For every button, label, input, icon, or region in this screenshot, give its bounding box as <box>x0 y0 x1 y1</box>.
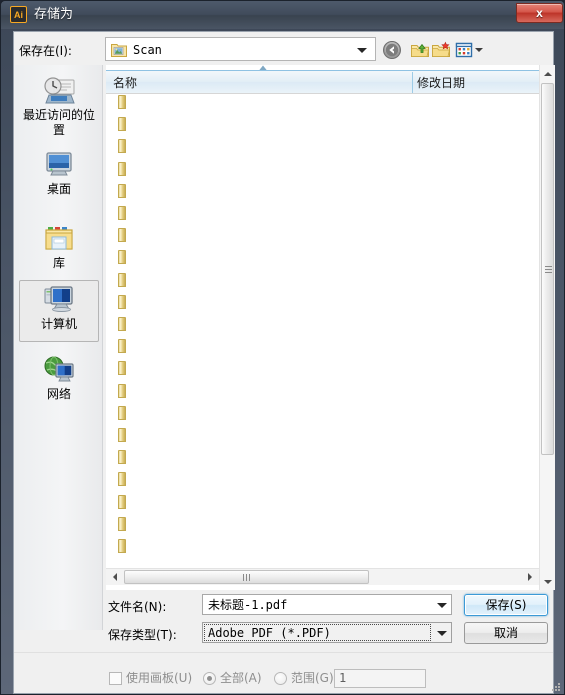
computer-icon <box>44 286 73 312</box>
sidebar-item-label: 计算机 <box>40 317 77 331</box>
file-list-vertical-scrollbar[interactable] <box>539 65 555 590</box>
scroll-grip-icon <box>545 266 552 273</box>
range-all-radio[interactable] <box>203 672 216 685</box>
vertical-scroll-thumb[interactable] <box>541 83 554 455</box>
folder-with-image-icon <box>111 44 127 57</box>
scroll-grip-icon <box>242 574 252 581</box>
file-row-folder-icon[interactable] <box>118 317 126 331</box>
file-row-folder-icon[interactable] <box>118 183 126 198</box>
range-custom-label: 范围(G) <box>291 671 334 685</box>
horizontal-scroll-thumb[interactable] <box>124 570 369 584</box>
file-name-label: 文件名(N): <box>108 600 167 614</box>
save-in-label: 保存在(I): <box>19 44 72 58</box>
chevron-down-icon[interactable] <box>357 48 367 53</box>
file-row-folder-icon[interactable] <box>118 272 126 287</box>
title-bar[interactable]: Ai 存储为 x <box>1 1 564 29</box>
sidebar-item-computer[interactable]: 计算机 <box>19 280 99 342</box>
scroll-right-button[interactable] <box>522 569 539 584</box>
file-row-folder-icon[interactable] <box>118 339 126 354</box>
save-in-combobox[interactable]: Scan <box>105 37 376 61</box>
sidebar-item-label: 桌面 <box>46 182 71 196</box>
window-title: 存储为 <box>34 7 74 22</box>
use-artboards-label: 使用画板(U) <box>126 671 193 685</box>
new-folder-button[interactable] <box>431 40 451 60</box>
column-divider[interactable] <box>412 72 413 93</box>
recent-places-icon <box>44 77 75 104</box>
file-row-folder-icon[interactable] <box>118 428 126 442</box>
network-icon <box>44 356 74 382</box>
file-name-input[interactable]: 未标题-1.pdf <box>202 594 452 615</box>
file-list-column-header: 名称 修改日期 <box>106 70 539 94</box>
range-input[interactable]: 1 <box>334 669 426 688</box>
file-row-folder-icon[interactable] <box>118 294 126 309</box>
illustrator-app-icon: Ai <box>10 6 27 23</box>
save-in-value: Scan <box>133 43 162 57</box>
range-all-label: 全部(A) <box>220 671 262 685</box>
arrow-left-icon <box>113 573 117 581</box>
sidebar-item-libraries[interactable]: 库 <box>19 219 99 281</box>
libraries-icon <box>45 227 73 250</box>
save-as-type-label: 保存类型(T): <box>108 628 177 642</box>
file-list-horizontal-scrollbar[interactable] <box>106 568 539 585</box>
arrow-down-icon <box>544 580 552 584</box>
file-row-folder-icon[interactable] <box>118 516 126 531</box>
file-name-dropdown-button[interactable] <box>432 595 451 614</box>
arrow-up-icon <box>544 72 552 76</box>
file-row-folder-icon[interactable] <box>118 361 126 376</box>
use-artboards-checkbox[interactable] <box>109 672 122 685</box>
chevron-down-icon <box>437 631 447 636</box>
save-as-type-combobox[interactable]: Adobe PDF (*.PDF) <box>202 622 452 643</box>
file-row-folder-icon[interactable] <box>118 405 126 420</box>
file-row-folder-icon[interactable] <box>118 383 126 398</box>
resize-grip-icon[interactable] <box>549 680 561 692</box>
save-as-type-dropdown-button[interactable] <box>432 623 451 642</box>
sidebar-item-recent-places[interactable]: 最近访问的位置 <box>19 71 99 137</box>
file-row-folder-icon[interactable] <box>118 206 126 220</box>
sidebar-item-label: 库 <box>52 256 65 270</box>
file-row-folder-icon[interactable] <box>118 472 126 487</box>
file-row-folder-icon[interactable] <box>118 539 126 553</box>
up-one-level-button[interactable] <box>410 40 430 60</box>
file-row-folder-icon[interactable] <box>118 250 126 265</box>
arrow-right-icon <box>528 573 532 581</box>
save-as-type-value: Adobe PDF (*.PDF) <box>208 626 331 640</box>
file-row-folder-icon[interactable] <box>118 494 126 509</box>
range-custom-radio[interactable] <box>274 672 287 685</box>
file-row-folder-icon[interactable] <box>118 117 126 132</box>
sidebar-item-desktop[interactable]: 桌面 <box>19 145 99 207</box>
column-header-name[interactable]: 名称 <box>113 74 137 92</box>
scroll-down-button[interactable] <box>540 573 555 590</box>
cancel-button[interactable]: 取消 <box>464 622 548 644</box>
desktop-icon <box>46 152 72 176</box>
column-header-date-modified[interactable]: 修改日期 <box>417 74 465 92</box>
file-row-folder-icon[interactable] <box>118 228 126 243</box>
places-sidebar: 最近访问的位置 桌面 库 计算机 网络 <box>15 65 103 630</box>
scroll-left-button[interactable] <box>106 569 123 584</box>
close-button[interactable]: x <box>516 3 563 23</box>
range-input-value: 1 <box>339 671 347 685</box>
file-row-folder-icon[interactable] <box>118 450 126 465</box>
chevron-down-icon <box>437 603 447 608</box>
sidebar-item-label: 最近访问的位置 <box>22 108 95 137</box>
save-button[interactable]: 保存(S) <box>464 594 548 616</box>
file-row-folder-icon[interactable] <box>118 95 126 109</box>
sidebar-item-network[interactable]: 网络 <box>19 350 99 412</box>
views-button[interactable] <box>454 40 474 60</box>
back-button[interactable] <box>382 40 402 60</box>
file-row-folder-icon[interactable] <box>118 161 126 176</box>
file-name-value: 未标题-1.pdf <box>208 598 288 612</box>
views-chevron-down-icon[interactable] <box>475 48 483 52</box>
sidebar-item-label: 网络 <box>46 387 71 401</box>
file-list-rows[interactable] <box>106 94 539 558</box>
file-row-folder-icon[interactable] <box>118 139 126 154</box>
save-as-dialog-window: Ai 存储为 x 保存在(I): Scan 最近访问的位置 桌面 库 计算机 网… <box>0 0 565 695</box>
scroll-up-button[interactable] <box>540 65 555 82</box>
